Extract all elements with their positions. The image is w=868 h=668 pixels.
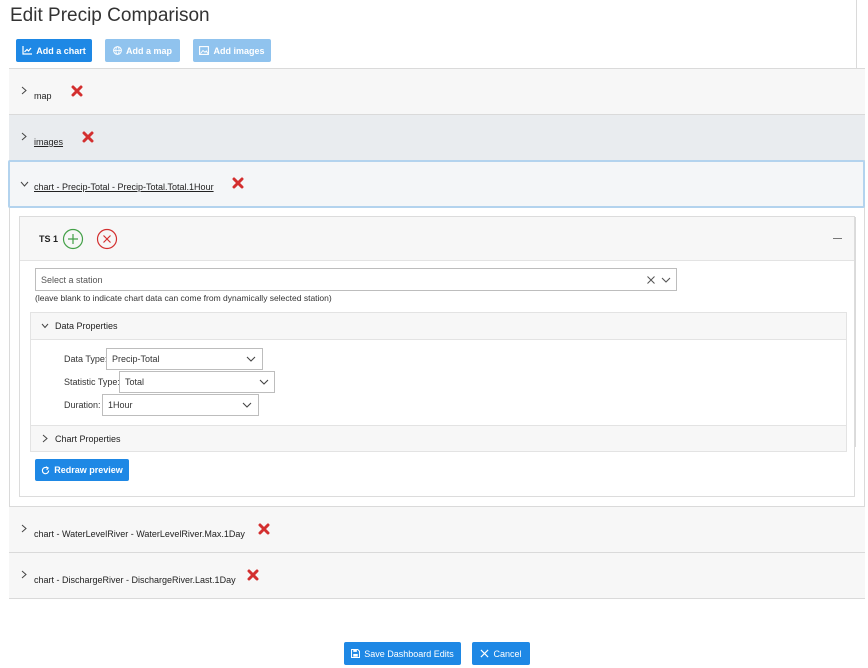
- clear-icon[interactable]: [646, 275, 656, 285]
- redraw-preview-label: Redraw preview: [54, 465, 123, 475]
- chevron-down-icon: [259, 379, 269, 385]
- duration-select[interactable]: 1Hour: [102, 394, 259, 416]
- chevron-down-icon: [242, 402, 252, 408]
- section-chart-water[interactable]: chart - WaterLevelRiver - WaterLevelRive…: [9, 506, 865, 552]
- chart-icon: [22, 46, 33, 55]
- data-properties-label: Data Properties: [55, 321, 118, 331]
- station-select[interactable]: Select a station: [35, 268, 677, 291]
- delete-icon[interactable]: [232, 177, 244, 189]
- divider: [856, 0, 857, 68]
- divider: [855, 217, 856, 447]
- data-type-value: Precip-Total: [112, 354, 160, 364]
- delete-icon[interactable]: [82, 131, 94, 143]
- image-icon: [199, 46, 210, 55]
- duration-label: Duration:: [64, 400, 101, 410]
- delete-icon[interactable]: [247, 569, 259, 581]
- duration-value: 1Hour: [108, 400, 133, 410]
- add-images-button[interactable]: Add images: [193, 39, 271, 62]
- chevron-down-icon: [246, 356, 256, 362]
- save-dashboard-button[interactable]: Save Dashboard Edits: [344, 642, 461, 665]
- section-images[interactable]: images: [9, 114, 865, 160]
- chevron-right-icon: [21, 524, 27, 533]
- time-series-panel: TS 1 Select a station (leave blank to in…: [19, 216, 855, 497]
- section-images-label: images: [34, 137, 64, 147]
- statistic-type-select[interactable]: Total: [119, 371, 275, 393]
- data-type-label: Data Type:: [64, 354, 108, 364]
- chevron-right-icon: [21, 570, 27, 579]
- chevron-down-icon: [41, 323, 49, 329]
- section-map[interactable]: map: [9, 68, 865, 114]
- data-type-select[interactable]: Precip-Total: [106, 348, 263, 370]
- section-chart-discharge[interactable]: chart - DischargeRiver - DischargeRiver.…: [9, 552, 865, 598]
- statistic-type-value: Total: [125, 377, 145, 387]
- time-series-label: TS 1: [39, 234, 59, 244]
- page-title: Edit Precip Comparison: [10, 5, 210, 26]
- add-map-label: Add a map: [125, 45, 172, 56]
- chevron-right-icon: [42, 434, 48, 443]
- chart-properties-header[interactable]: Chart Properties: [31, 425, 846, 451]
- station-hint: (leave blank to indicate chart data can …: [35, 293, 332, 303]
- statistic-type-label: Statistic Type:: [64, 377, 120, 387]
- remove-circle-icon[interactable]: [96, 228, 118, 250]
- section-map-label: map: [34, 91, 52, 101]
- close-icon: [480, 649, 489, 658]
- data-properties-header[interactable]: Data Properties: [31, 313, 846, 340]
- chevron-right-icon: [21, 132, 27, 141]
- chart-properties-label: Chart Properties: [55, 434, 121, 444]
- chevron-down-icon[interactable]: [661, 277, 671, 284]
- chevron-down-icon: [20, 181, 29, 187]
- collapse-icon[interactable]: [833, 238, 842, 239]
- add-chart-label: Add a chart: [36, 45, 86, 56]
- add-chart-button[interactable]: Add a chart: [16, 39, 92, 62]
- save-dashboard-label: Save Dashboard Edits: [364, 648, 454, 659]
- globe-icon: [113, 46, 122, 55]
- section-chart-discharge-label: chart - DischargeRiver - DischargeRiver.…: [34, 575, 236, 585]
- delete-icon[interactable]: [71, 85, 83, 97]
- cancel-label: Cancel: [493, 648, 522, 659]
- section-chart-water-label: chart - WaterLevelRiver - WaterLevelRive…: [34, 529, 245, 539]
- add-images-label: Add images: [213, 45, 265, 56]
- redraw-preview-button[interactable]: Redraw preview: [35, 459, 129, 481]
- delete-icon[interactable]: [258, 523, 270, 535]
- cancel-button[interactable]: Cancel: [472, 642, 530, 665]
- time-series-header: [20, 217, 854, 261]
- section-chart-precip[interactable]: chart - Precip-Total - Precip-Total.Tota…: [8, 160, 865, 208]
- add-circle-icon[interactable]: [62, 228, 84, 250]
- section-chart-precip-label: chart - Precip-Total - Precip-Total.Tota…: [34, 182, 214, 192]
- add-map-button[interactable]: Add a map: [105, 39, 180, 62]
- chevron-right-icon: [21, 86, 27, 95]
- save-icon: [351, 649, 361, 658]
- refresh-icon: [42, 465, 50, 474]
- station-placeholder: Select a station: [41, 274, 103, 285]
